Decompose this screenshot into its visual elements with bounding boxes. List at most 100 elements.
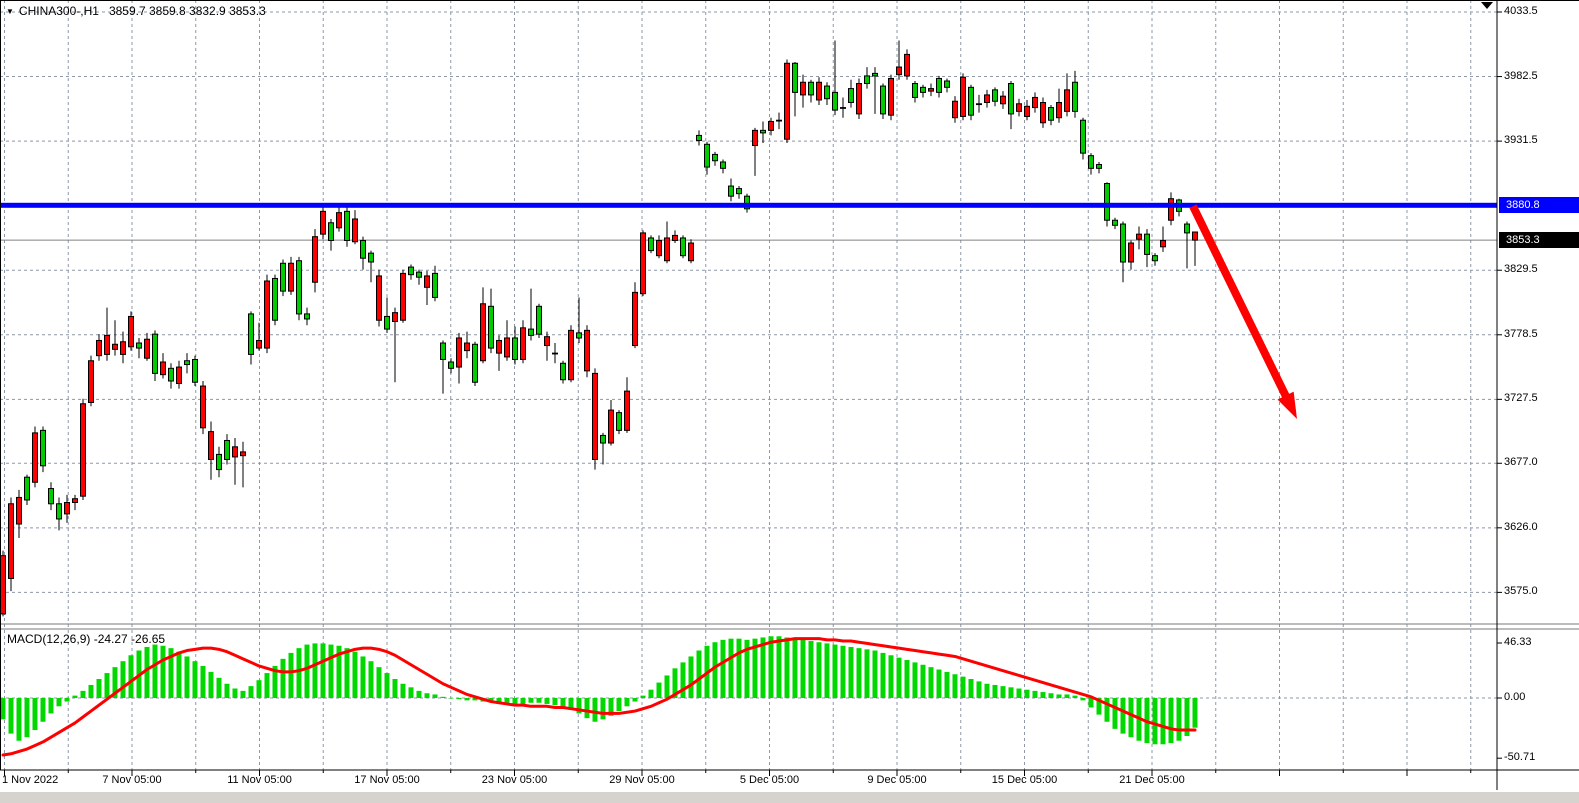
macd-histogram-bar [881, 653, 886, 698]
candle-body [49, 489, 54, 504]
candle-body [1121, 224, 1126, 262]
candle-body [1065, 90, 1070, 112]
candle-body [425, 276, 430, 287]
macd-histogram-bar [801, 640, 806, 698]
trend-arrow-head[interactable] [1277, 392, 1297, 419]
candle-body [41, 430, 46, 465]
macd-histogram-bar [1193, 698, 1198, 728]
macd-histogram-bar [945, 672, 950, 698]
macd-histogram-bar [457, 698, 462, 699]
chart-shift-marker-icon[interactable] [1481, 2, 1493, 9]
candle-body [145, 339, 150, 358]
candle-body [473, 344, 478, 382]
candle-body [17, 497, 22, 524]
macd-histogram-bar [689, 656, 694, 698]
candle-body [969, 87, 974, 115]
candle-body [1105, 184, 1110, 221]
candle-body [97, 340, 102, 355]
candle-body [401, 273, 406, 320]
trend-arrow-shaft[interactable] [1193, 206, 1288, 401]
candle-body [1081, 120, 1086, 153]
macd-histogram-bar [625, 698, 630, 706]
macd-histogram-bar [385, 673, 390, 698]
candle-body [889, 78, 894, 115]
candle-body [649, 238, 654, 251]
macd-axis-label: 0.00 [1504, 691, 1525, 703]
candle-body [265, 281, 270, 348]
candle-body [81, 404, 86, 496]
candle-body [585, 330, 590, 371]
macd-histogram-bar [833, 645, 838, 698]
candle-body [1137, 234, 1142, 239]
candle-body [217, 454, 222, 469]
candle-body [841, 108, 846, 109]
candle-body [457, 338, 462, 367]
price-axis-label: 3982.5 [1504, 70, 1538, 82]
candle-body [1049, 108, 1054, 121]
candle-body [201, 386, 206, 428]
macd-histogram-bar [241, 691, 246, 698]
macd-axis-label: 46.33 [1504, 636, 1532, 648]
macd-histogram-bar [97, 679, 102, 698]
candle-body [977, 104, 982, 105]
candle-body [673, 235, 678, 240]
macd-histogram-bar [369, 661, 374, 698]
macd-histogram-bar [1073, 696, 1078, 698]
symbol-timeframe-label: CHINA300-,H1 [19, 4, 99, 18]
price-axis-label: 3626.0 [1504, 521, 1538, 533]
macd-histogram-bar [841, 646, 846, 698]
candle-body [513, 338, 518, 360]
candle-body [105, 335, 110, 354]
macd-histogram-bar [817, 642, 822, 698]
candle-body [225, 440, 230, 459]
candle-body [1145, 234, 1150, 254]
macd-histogram-bar [1129, 698, 1134, 737]
candle-body [361, 240, 366, 258]
macd-histogram-bar [553, 698, 558, 705]
resistance-hline[interactable] [0, 203, 1497, 208]
macd-histogram-bar [633, 698, 638, 702]
macd-histogram-bar [505, 698, 510, 703]
candle-body [129, 316, 134, 346]
candle-body [385, 316, 390, 329]
macd-histogram-bar [641, 696, 646, 698]
candle-body [825, 86, 830, 99]
macd-histogram-bar [1057, 694, 1062, 698]
candle-body [249, 314, 254, 355]
candle-body [913, 84, 918, 98]
candle-body [593, 373, 598, 459]
candle-body [233, 447, 238, 457]
candle-body [577, 333, 582, 338]
candle-body [1025, 106, 1030, 116]
candle-body [1089, 156, 1094, 169]
macd-histogram-bar [465, 698, 470, 700]
candle-body [753, 130, 758, 145]
candle-body [57, 504, 62, 519]
macd-histogram-bar [313, 643, 318, 698]
candle-body [665, 238, 670, 261]
candle-body [409, 267, 414, 275]
candle-body [417, 272, 422, 277]
macd-histogram-bar [953, 674, 958, 698]
candle-body [953, 101, 958, 117]
time-axis-label: 17 Nov 05:00 [345, 774, 429, 786]
macd-histogram-bar [209, 672, 214, 698]
price-chart-canvas[interactable] [0, 0, 1579, 803]
macd-histogram-bar [929, 667, 934, 698]
symbol-dropdown-icon[interactable]: ▼ [6, 7, 14, 16]
macd-histogram-bar [1089, 698, 1094, 707]
candle-body [137, 343, 142, 348]
macd-histogram-bar [1177, 698, 1182, 741]
macd-histogram-bar [1017, 689, 1022, 698]
macd-histogram-bar [81, 691, 86, 698]
macd-histogram-bar [1009, 687, 1014, 698]
candle-body [1001, 96, 1006, 104]
macd-histogram-bar [529, 698, 534, 703]
macd-histogram-bar [593, 698, 598, 722]
candle-body [25, 477, 30, 500]
macd-histogram-bar [785, 637, 790, 698]
candle-body [185, 361, 190, 365]
macd-histogram-bar [225, 684, 230, 698]
candle-body [257, 340, 262, 348]
candle-body [153, 334, 158, 373]
